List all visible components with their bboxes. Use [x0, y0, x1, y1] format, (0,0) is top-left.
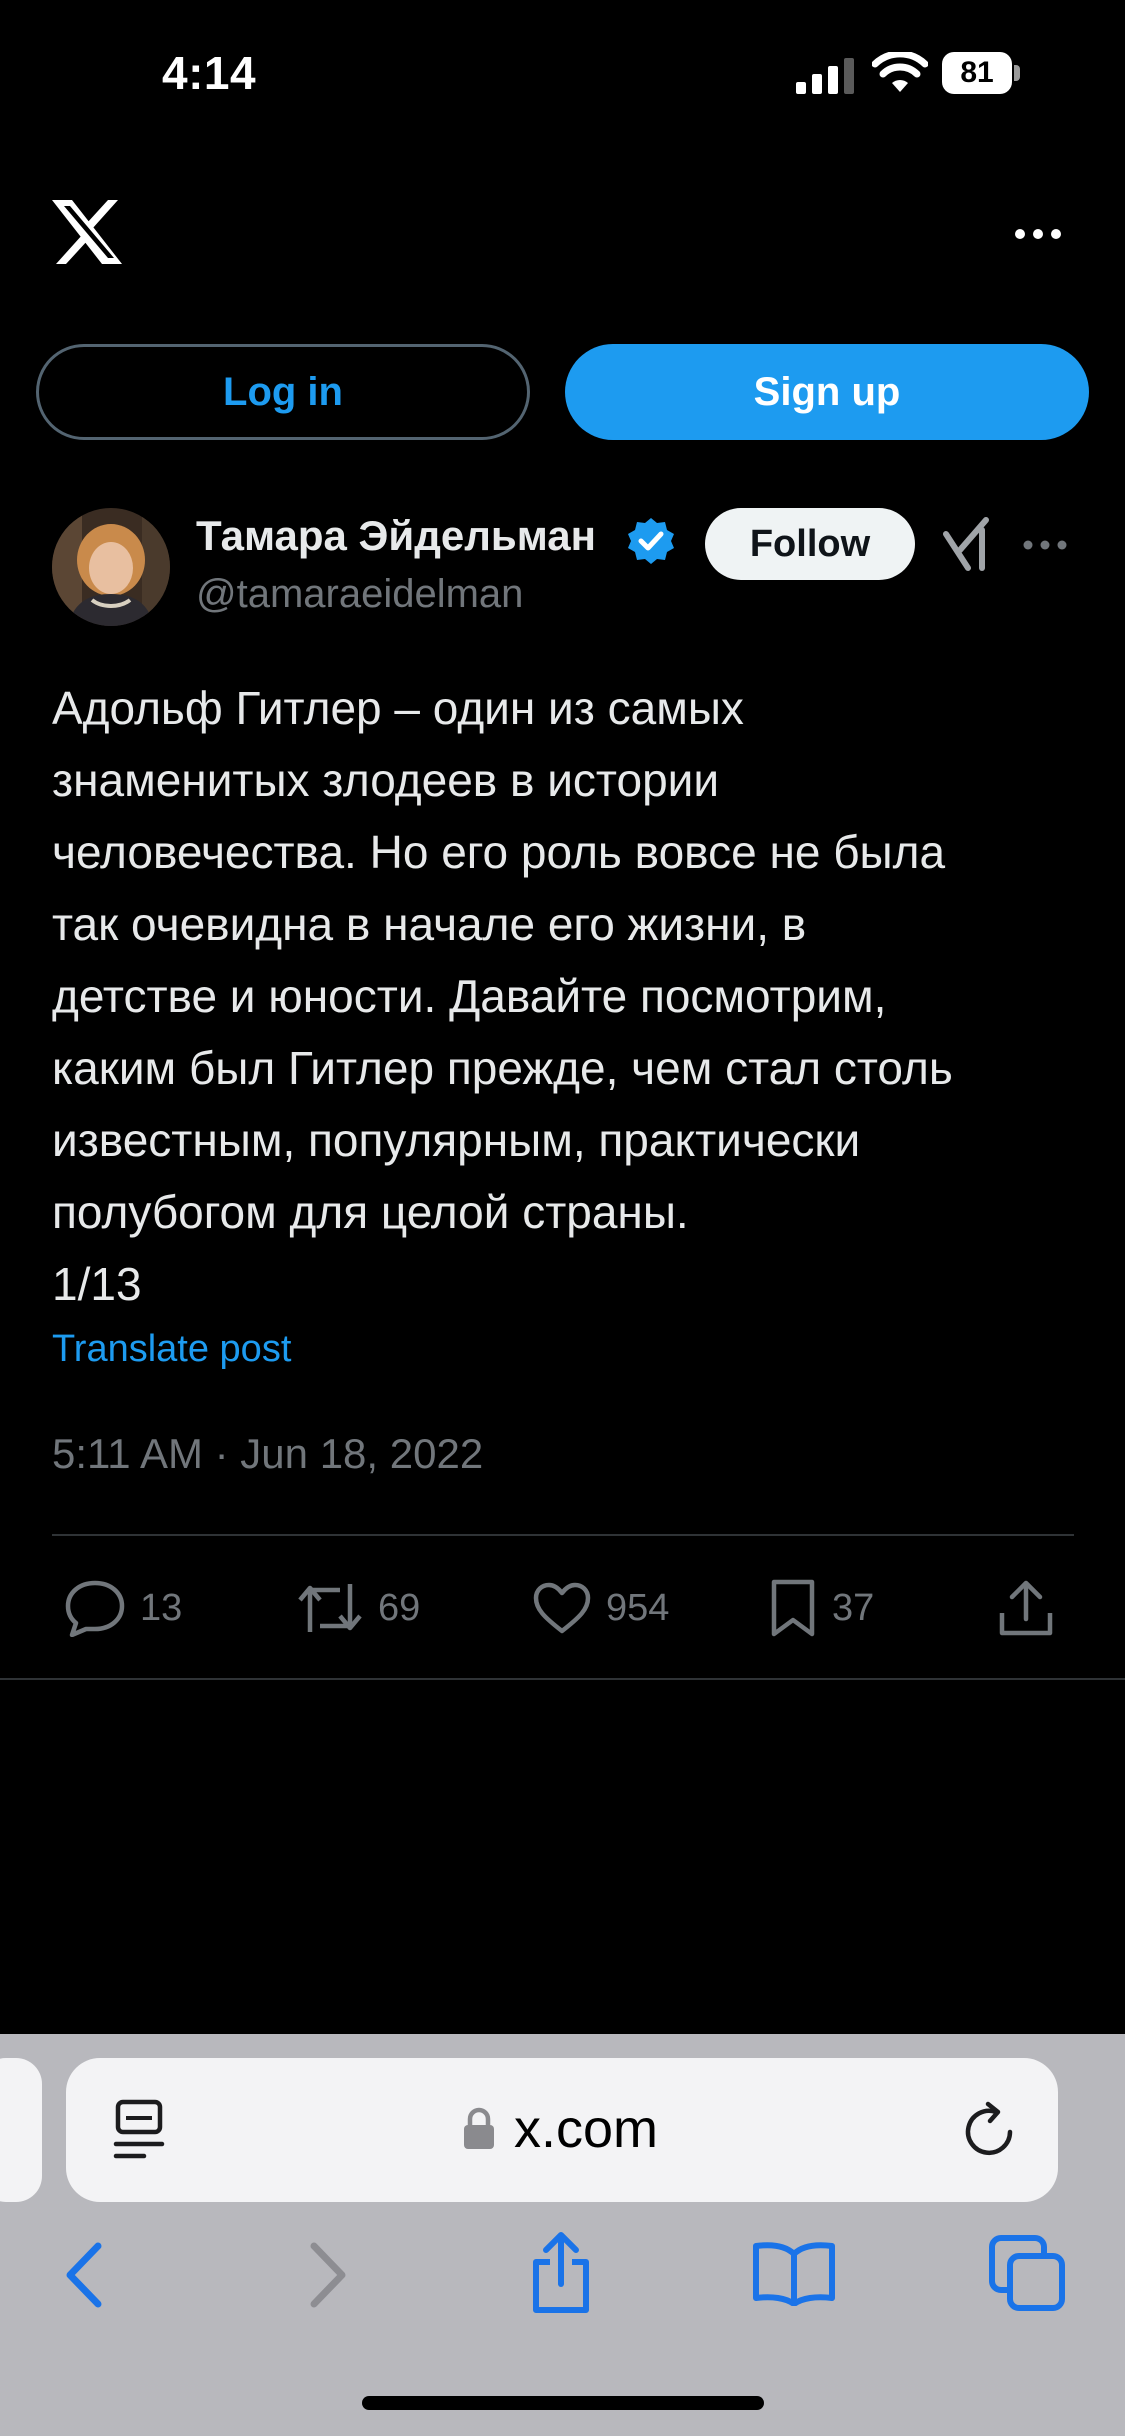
bookmark-count: 37 — [832, 1586, 875, 1629]
tweet-line: каким был Гитлер прежде, чем стал столь — [52, 1042, 953, 1094]
status-bar: 4:14 81 — [0, 0, 1125, 150]
bookmark-button[interactable]: 37 — [768, 1578, 874, 1638]
tweet-line: знаменитых злодеев в истории — [52, 754, 720, 806]
login-button[interactable]: Log in — [36, 344, 530, 440]
like-count: 954 — [606, 1586, 670, 1629]
tweet-text: Адольф Гитлер – один из самых знаменитых… — [52, 672, 1092, 1320]
reply-button[interactable]: 13 — [64, 1578, 182, 1638]
share-sheet-icon[interactable] — [528, 2230, 594, 2314]
repost-button[interactable]: 69 — [296, 1578, 420, 1638]
bookmark-icon — [771, 1579, 815, 1637]
bookmarks-icon[interactable] — [752, 2240, 836, 2306]
tweet-more-icon[interactable] — [1020, 530, 1070, 560]
home-indicator[interactable] — [362, 2396, 764, 2410]
avatar[interactable] — [52, 508, 170, 626]
heart-icon — [533, 1582, 591, 1634]
tweet-line: детстве и юности. Давайте посмотрим, — [52, 970, 887, 1022]
forward-icon[interactable] — [302, 2240, 352, 2310]
tweet-line: Адольф Гитлер – один из самых — [52, 682, 744, 734]
follow-button[interactable]: Follow — [705, 508, 915, 580]
tweet-line: человечества. Но его роль вовсе не была — [52, 826, 946, 878]
repost-count: 69 — [378, 1586, 421, 1629]
like-button[interactable]: 954 — [532, 1578, 669, 1638]
signup-button[interactable]: Sign up — [565, 344, 1089, 440]
tweet-line: известным, популярным, практически — [52, 1114, 861, 1166]
reply-icon — [65, 1580, 125, 1637]
author-handle[interactable]: @tamaraeidelman — [196, 572, 523, 617]
more-horizontal-icon[interactable] — [1012, 214, 1064, 254]
wifi-icon — [872, 52, 928, 92]
grok-icon[interactable] — [942, 516, 992, 572]
share-icon — [999, 1580, 1053, 1636]
battery-level: 81 — [960, 56, 994, 89]
thread-counter: 1/13 — [52, 1258, 142, 1310]
battery-icon: 81 — [942, 52, 1020, 94]
back-icon[interactable] — [60, 2240, 110, 2310]
x-logo-icon[interactable] — [50, 198, 124, 266]
reload-icon[interactable] — [960, 2098, 1020, 2162]
tweet-timestamp[interactable]: 5:11 AM · Jun 18, 2022 — [52, 1430, 483, 1478]
tabs-icon[interactable] — [988, 2234, 1068, 2314]
page-menu-icon[interactable] — [110, 2098, 168, 2164]
previous-tab-preview[interactable] — [0, 2058, 42, 2202]
translate-post-link[interactable]: Translate post — [52, 1328, 291, 1371]
divider — [52, 1534, 1074, 1536]
author-name[interactable]: Тамара Эйдельман — [196, 512, 616, 560]
url-text[interactable]: x.com — [514, 2098, 658, 2160]
share-button[interactable] — [998, 1578, 1054, 1638]
lock-icon — [464, 2107, 494, 2149]
reply-count: 13 — [140, 1586, 183, 1629]
divider — [0, 1678, 1125, 1680]
verified-badge-icon — [628, 518, 674, 564]
cellular-signal-icon — [796, 58, 854, 94]
tweet-line: так очевидна в начале его жизни, в — [52, 898, 807, 950]
status-time: 4:14 — [162, 47, 257, 99]
repost-icon — [298, 1584, 362, 1632]
tweet-line: полубогом для целой страны. — [52, 1186, 689, 1238]
